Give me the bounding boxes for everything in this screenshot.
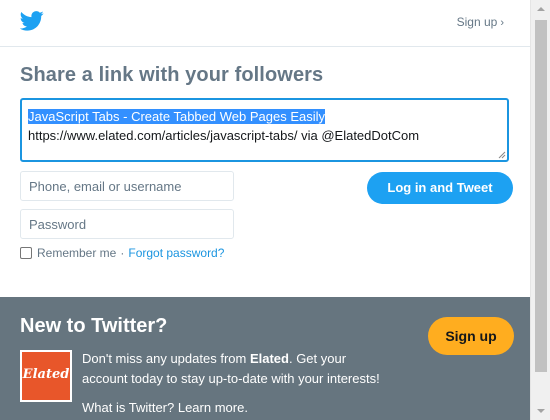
promo-text-before: Don't miss any updates from (82, 351, 250, 366)
remember-me-label[interactable]: Remember me (37, 246, 116, 260)
chevron-right-icon: › (500, 17, 504, 29)
header-signup-label: Sign up (456, 15, 498, 29)
tweet-selected-text: JavaScript Tabs - Create Tabbed Web Page… (28, 109, 325, 124)
vertical-scrollbar[interactable] (530, 0, 550, 420)
new-to-twitter-section: New to Twitter? Sign up Elated Don't mis… (0, 297, 530, 420)
password-input[interactable] (20, 209, 234, 239)
forgot-password-link[interactable]: Forgot password? (128, 246, 224, 260)
header-bar: Sign up › (0, 0, 530, 47)
username-input[interactable] (20, 171, 234, 201)
twitter-share-page: Sign up › Share a link with your follower… (0, 0, 530, 420)
scrollbar-thumb[interactable] (535, 20, 547, 372)
promo-brand: Elated (249, 351, 289, 366)
remember-me-checkbox[interactable] (20, 247, 32, 259)
login-and-tweet-button[interactable]: Log in and Tweet (367, 172, 513, 204)
scroll-down-arrow-icon[interactable] (531, 402, 550, 420)
resize-grip-icon[interactable] (498, 151, 506, 159)
signup-button[interactable]: Sign up (428, 317, 514, 355)
promo-text: Don't miss any updates from Elated. Get … (82, 349, 382, 389)
tweet-link-text: https://www.elated.com/articles/javascri… (28, 128, 420, 143)
new-to-twitter-title: New to Twitter? (20, 315, 168, 337)
elated-logo: Elated (20, 350, 72, 402)
elated-logo-text: Elated (22, 367, 70, 382)
scroll-up-arrow-icon[interactable] (531, 0, 550, 18)
remember-row: Remember me · Forgot password? (20, 246, 224, 260)
share-title: Share a link with your followers (20, 64, 324, 86)
tweet-textarea[interactable]: JavaScript Tabs - Create Tabbed Web Page… (20, 98, 509, 162)
what-is-twitter-link[interactable]: What is Twitter? Learn more. (82, 400, 248, 415)
twitter-bird-icon[interactable] (20, 11, 44, 31)
header-signup-link[interactable]: Sign up › (457, 15, 504, 29)
separator-dot: · (120, 246, 125, 260)
